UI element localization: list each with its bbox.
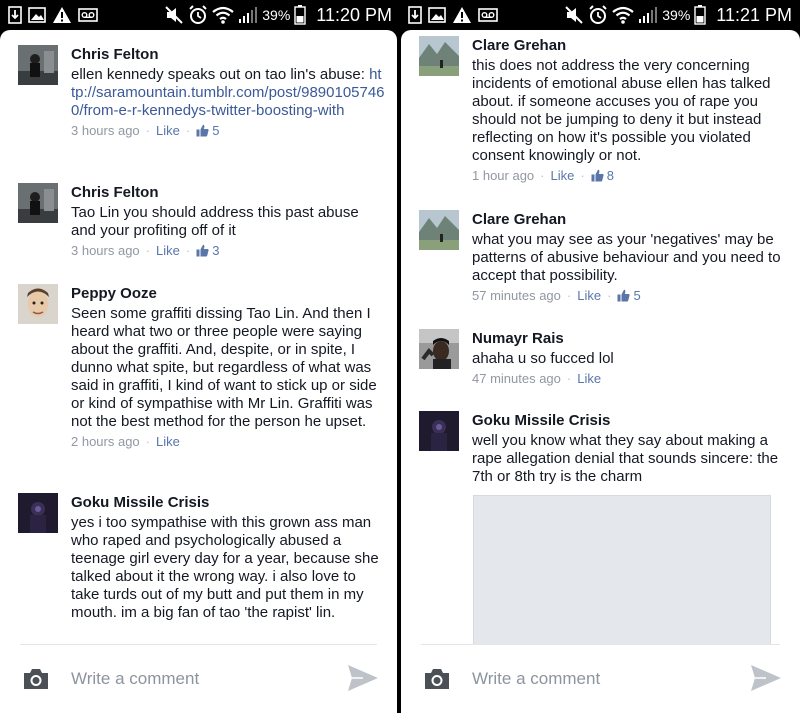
voicemail-icon (478, 8, 498, 22)
comment-author[interactable]: Numayr Rais (472, 329, 788, 349)
status-time: 11:20 PM (316, 4, 392, 25)
comment-meta: 3 hours ago · Like · 3 (71, 243, 220, 258)
battery-icon (294, 5, 306, 25)
comment-author[interactable]: Clare Grehan (472, 36, 788, 56)
camera-icon[interactable] (423, 667, 451, 691)
warning-icon (53, 7, 71, 23)
link-preview-card[interactable] (473, 495, 771, 644)
screen-right: 39% 11:21 PM Clare Grehan this does not … (400, 0, 800, 713)
comment-text: ellen kennedy speaks out on tao lin's ab… (71, 66, 385, 120)
comments-sheet: Chris Felton ellen kennedy speaks out on… (0, 30, 397, 713)
comment-list[interactable]: Clare Grehan this does not address the v… (401, 30, 800, 644)
comment-author[interactable]: Chris Felton (71, 183, 385, 203)
like-count: 8 (606, 168, 614, 183)
status-time: 11:21 PM (716, 4, 792, 25)
avatar[interactable] (419, 411, 459, 451)
alarm-icon (189, 5, 207, 24)
avatar[interactable] (419, 210, 459, 250)
comment-text: yes i too sympathise with this grown ass… (71, 514, 379, 621)
like-count: 3 (212, 243, 220, 258)
comment-timestamp: 1 hour ago (472, 168, 535, 183)
battery-icon (694, 5, 706, 25)
image-icon (428, 7, 446, 23)
comment-meta: 3 hours ago · Like · 5 (71, 123, 220, 138)
like-count: 5 (212, 123, 220, 138)
warning-icon (453, 7, 471, 23)
comment-meta: 57 minutes ago · Like · 5 (472, 288, 641, 303)
comment-timestamp: 3 hours ago (71, 243, 140, 258)
status-bar: 39% 11:20 PM (0, 0, 400, 30)
avatar[interactable] (18, 45, 58, 85)
like-button[interactable]: Like (577, 288, 601, 303)
battery-percent: 39% (662, 7, 691, 23)
comment-composer (0, 645, 397, 713)
comment-author[interactable]: Goku Missile Crisis (472, 411, 788, 431)
wifi-icon (212, 6, 234, 24)
like-button[interactable]: Like (551, 168, 575, 183)
comment-timestamp: 47 minutes ago (472, 371, 561, 386)
thumbs-up-icon (591, 169, 604, 182)
comment-text: Tao Lin you should address this past abu… (71, 204, 359, 239)
mute-icon (165, 6, 183, 24)
status-bar: 39% 11:21 PM (400, 0, 800, 30)
comment-author[interactable]: Clare Grehan (472, 210, 788, 230)
comment-author[interactable]: Peppy Ooze (71, 284, 385, 304)
comment-timestamp: 57 minutes ago (472, 288, 561, 303)
send-icon[interactable] (347, 663, 379, 693)
like-button[interactable]: Like (156, 243, 180, 258)
thumbs-up-icon (617, 289, 631, 302)
comment-input[interactable] (71, 668, 321, 690)
comment-text: Seen some graffiti dissing Tao Lin. And … (71, 305, 377, 430)
comment-timestamp: 2 hours ago (71, 434, 140, 449)
avatar[interactable] (18, 183, 58, 223)
download-icon (408, 6, 422, 24)
comments-sheet: Clare Grehan this does not address the v… (401, 30, 800, 713)
signal-icon (239, 7, 258, 23)
camera-icon[interactable] (22, 667, 50, 691)
avatar[interactable] (419, 36, 459, 76)
comment-text: what you may see as your 'negatives' may… (472, 231, 781, 284)
comment-author[interactable]: Chris Felton (71, 45, 385, 65)
comment-author[interactable]: Goku Missile Crisis (71, 493, 385, 513)
send-icon[interactable] (750, 663, 782, 693)
comment-list[interactable]: Chris Felton ellen kennedy speaks out on… (0, 30, 397, 644)
like-count: 5 (633, 288, 641, 303)
comment-input[interactable] (472, 668, 722, 690)
thumbs-up-icon (196, 244, 209, 257)
comment-text: well you know what they say about making… (472, 432, 779, 485)
like-button[interactable]: Like (156, 123, 180, 138)
image-icon (28, 7, 46, 23)
screen-left: 39% 11:20 PM Chris Felton ellen kennedy … (0, 0, 400, 713)
avatar[interactable] (419, 329, 459, 369)
comment-meta: 1 hour ago · Like · 8 (472, 168, 614, 183)
comment-text: this does not address the very concernin… (472, 57, 771, 164)
wifi-icon (612, 6, 634, 24)
comment-text: ahaha u so fucced lol (472, 350, 614, 367)
battery-percent: 39% (262, 7, 291, 23)
comment-meta: 2 hours ago · Like (71, 434, 180, 449)
like-button[interactable]: Like (156, 434, 180, 449)
download-icon (8, 6, 22, 24)
comment-text-body: ellen kennedy speaks out on tao lin's ab… (71, 66, 370, 83)
comment-timestamp: 3 hours ago (71, 123, 140, 138)
avatar[interactable] (18, 284, 58, 324)
like-button[interactable]: Like (577, 371, 601, 386)
comment-meta: 47 minutes ago · Like (472, 371, 602, 386)
voicemail-icon (78, 8, 98, 22)
thumbs-up-icon (196, 124, 209, 137)
comment-composer (401, 645, 800, 713)
signal-icon (639, 7, 658, 23)
alarm-icon (589, 5, 607, 24)
avatar[interactable] (18, 493, 58, 533)
mute-icon (565, 6, 583, 24)
